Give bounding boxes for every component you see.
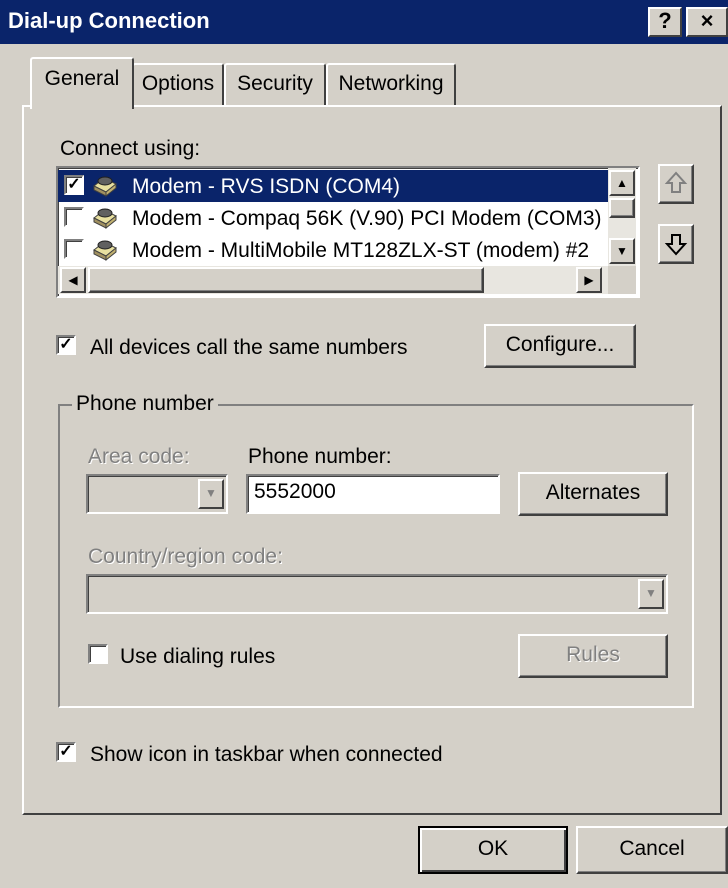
- chevron-down-icon[interactable]: ▼: [198, 479, 224, 509]
- dialing-rules-checkbox[interactable]: [88, 644, 108, 664]
- list-item-device[interactable]: Modem - MultiMobile MT128ZLX-ST (modem) …: [58, 234, 608, 266]
- device-checkbox[interactable]: [64, 207, 84, 227]
- modem-icon: [93, 208, 117, 230]
- phone-number-field[interactable]: 5552000: [246, 474, 500, 514]
- tab-security-label: Security: [237, 72, 313, 95]
- title-bar: Dial-up Connection ? ×: [0, 0, 728, 44]
- configure-button[interactable]: Configure...: [484, 324, 636, 368]
- same-numbers-label: All devices call the same numbers: [90, 336, 408, 359]
- move-up-button[interactable]: [658, 164, 694, 204]
- tab-options-label: Options: [141, 72, 215, 95]
- scroll-right-arrow-icon[interactable]: ▶: [576, 267, 602, 293]
- show-icon-label: Show icon in taskbar when connected: [90, 743, 443, 766]
- tab-general[interactable]: General: [30, 57, 134, 109]
- device-label: Modem - MultiMobile MT128ZLX-ST (modem) …: [132, 239, 590, 262]
- cancel-button[interactable]: Cancel: [576, 826, 728, 874]
- scrollbar-corner: [608, 266, 636, 294]
- arrow-up-icon: [664, 171, 688, 193]
- show-icon-checkbox[interactable]: ✓: [56, 742, 76, 762]
- window-title: Dial-up Connection: [8, 8, 210, 33]
- vertical-scrollbar[interactable]: ▲ ▼: [608, 168, 636, 266]
- modem-icon: [93, 240, 117, 262]
- vertical-scroll-thumb[interactable]: [609, 198, 635, 218]
- device-checkbox[interactable]: ✓: [64, 175, 84, 195]
- scroll-up-arrow-icon[interactable]: ▲: [609, 170, 635, 196]
- country-region-label: Country/region code:: [88, 545, 283, 568]
- alternates-button[interactable]: Alternates: [518, 472, 668, 516]
- move-down-button[interactable]: [658, 224, 694, 264]
- ok-button[interactable]: OK: [418, 826, 568, 874]
- help-button[interactable]: ?: [648, 7, 682, 37]
- scroll-down-arrow-icon[interactable]: ▼: [609, 238, 635, 264]
- horizontal-scrollbar[interactable]: ◀ ▶: [58, 266, 608, 294]
- tab-networking-label: Networking: [338, 72, 444, 95]
- tab-options[interactable]: Options: [132, 63, 224, 107]
- list-item-device[interactable]: Modem - Compaq 56K (V.90) PCI Modem (COM…: [58, 202, 608, 234]
- tab-security[interactable]: Security: [224, 63, 326, 107]
- device-checkbox[interactable]: [64, 239, 84, 259]
- connect-using-label: Connect using:: [60, 137, 201, 160]
- chevron-down-icon[interactable]: ▼: [638, 579, 664, 609]
- arrow-down-icon: [664, 234, 688, 256]
- dialing-rules-label: Use dialing rules: [120, 645, 276, 668]
- device-list[interactable]: ✓ Modem - RVS ISDN (COM4) Modem - Compaq…: [56, 166, 640, 298]
- device-label: Modem - Compaq 56K (V.90) PCI Modem (COM…: [132, 207, 602, 230]
- phone-number-value: 5552000: [254, 480, 336, 503]
- phone-group-label: Phone number: [72, 393, 218, 414]
- device-label: Modem - RVS ISDN (COM4): [132, 175, 400, 198]
- phone-number-label: Phone number:: [248, 445, 392, 468]
- rules-button[interactable]: Rules: [518, 634, 668, 678]
- area-code-combobox[interactable]: ▼: [86, 474, 228, 514]
- same-numbers-checkbox[interactable]: ✓: [56, 335, 76, 355]
- horizontal-scroll-thumb[interactable]: [88, 267, 484, 293]
- list-item-device[interactable]: ✓ Modem - RVS ISDN (COM4): [58, 170, 608, 202]
- area-code-label: Area code:: [88, 445, 190, 468]
- scroll-left-arrow-icon[interactable]: ◀: [60, 267, 86, 293]
- tab-general-label: General: [44, 67, 120, 90]
- tab-networking[interactable]: Networking: [326, 63, 456, 107]
- country-region-combobox[interactable]: ▼: [86, 574, 668, 614]
- modem-icon: [93, 176, 117, 198]
- close-button[interactable]: ×: [686, 7, 728, 37]
